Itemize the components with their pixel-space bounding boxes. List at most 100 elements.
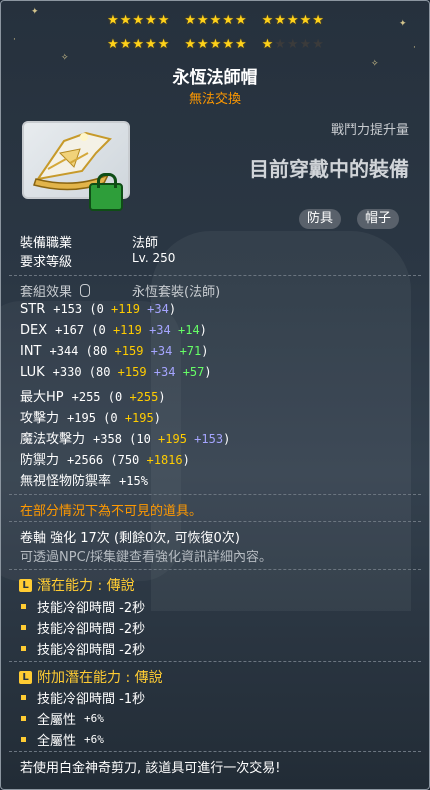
stat-part: +255 — [129, 390, 159, 404]
stat-total: +344 — [49, 344, 79, 358]
item-tooltip: ✦ ✦ ✧ ✧ · · ★★★★★ ★★★★★ ★★★★★ ★★★★★ ★★★★★ ★★… — [0, 0, 430, 790]
stat-name: STR — [20, 302, 46, 317]
star-filled-icon: ★ — [157, 37, 171, 52]
bonus-potential-title: 附加潛在能力 : 傳說 — [37, 670, 163, 686]
bullet-icon — [21, 646, 26, 651]
job-label: 裝備職業 — [20, 236, 73, 251]
scroll-hint: 可透過NPC/採集鍵查看強化資訊詳細內容。 — [20, 550, 273, 565]
stat-part: +34 — [139, 302, 169, 316]
stat-part: ) — [153, 411, 161, 425]
potential-label: 技能冷卻時間 -2秒 — [37, 643, 146, 658]
stat-part: +159 — [114, 344, 144, 358]
mouse-icon — [80, 284, 91, 297]
star-filled-icon: ★ — [261, 13, 275, 28]
potential-title: 潛在能力 : 傳說 — [37, 578, 135, 594]
potential-line: 全屬性 +6% — [21, 730, 104, 749]
bullet-icon — [21, 716, 26, 721]
stat-part: +195 — [158, 432, 187, 446]
stat-part: ) — [223, 432, 231, 446]
stat-row: 攻擊力 +195 (0 +195) — [20, 407, 161, 426]
stat-name: DEX — [20, 323, 48, 338]
star-filled-icon: ★ — [132, 37, 146, 52]
star-empty-icon: ★ — [299, 37, 313, 52]
stat-total: +2566 — [67, 453, 104, 467]
potential-label: 技能冷卻時間 -1秒 — [37, 692, 146, 707]
stat-part: ) — [204, 365, 212, 379]
potential-line: 技能冷卻時間 -2秒 — [21, 639, 145, 658]
star-filled-icon: ★ — [222, 37, 235, 52]
stat-part: +57 — [175, 365, 205, 379]
stat-total: +330 — [52, 365, 82, 379]
notice-text: 在部分情況下為不可見的道具。 — [20, 504, 203, 519]
stat-part: +1816 — [146, 453, 183, 467]
potential-label: 技能冷卻時間 -2秒 — [37, 622, 146, 637]
star-filled-icon: ★ — [157, 13, 171, 28]
job-row: 裝備職業 法師 — [20, 232, 158, 251]
stat-part: ) — [158, 390, 166, 404]
bullet-icon — [21, 695, 26, 700]
stat-part: +34 — [146, 365, 176, 379]
stat-row: DEX +167 (0 +119 +34 +14) — [20, 323, 207, 338]
star-filled-icon: ★ — [286, 13, 300, 28]
star-filled-icon: ★ — [184, 13, 198, 28]
star-filled-icon: ★ — [261, 37, 275, 52]
stat-total: +195 — [67, 411, 96, 425]
stat-part: (10 — [121, 432, 159, 446]
star-empty-icon: ★ — [312, 37, 325, 52]
potential-label: 全屬性 — [37, 713, 77, 728]
star-group: ★★★★★ — [262, 13, 325, 28]
stat-part: (0 — [84, 323, 113, 337]
star-filled-icon: ★ — [107, 37, 120, 52]
star-filled-icon: ★ — [299, 13, 313, 28]
stat-name: 防禦力 — [20, 453, 60, 468]
potential-label: 技能冷卻時間 -2秒 — [37, 601, 146, 616]
stat-name: LUK — [20, 365, 45, 380]
star-filled-icon: ★ — [132, 13, 146, 28]
divider — [9, 494, 421, 495]
stat-part: +119 — [112, 323, 142, 337]
stat-part: +71 — [172, 344, 202, 358]
star-filled-icon: ★ — [234, 13, 248, 28]
stat-part: +159 — [117, 365, 147, 379]
stat-row: 最大HP +255 (0 +255) — [20, 386, 166, 405]
stat-total: +15% — [119, 474, 148, 488]
tag-hat: 帽子 — [357, 209, 400, 229]
star-group: ★★★★★ — [262, 37, 325, 52]
legendary-badge-icon: L — [19, 578, 32, 592]
stat-part: +153 — [186, 432, 224, 446]
divider — [9, 751, 421, 752]
bonus-potential-header: L 附加潛在能力 : 傳說 — [19, 667, 163, 687]
star-force-row-2: ★★★★★ ★★★★★ ★★★★★ — [1, 37, 429, 52]
stat-part: ) — [201, 344, 209, 358]
star-group: ★★★★★ — [107, 13, 170, 28]
star-filled-icon: ★ — [312, 13, 325, 28]
potential-value: +6% — [84, 712, 104, 725]
bullet-icon — [21, 625, 26, 630]
star-force-row-1: ★★★★★ ★★★★★ ★★★★★ — [1, 13, 429, 28]
stat-total: +153 — [53, 302, 83, 316]
potential-header: L 潛在能力 : 傳說 — [19, 575, 135, 595]
stat-name: 最大HP — [20, 390, 64, 405]
stat-row: INT +344 (80 +159 +34 +71) — [20, 344, 208, 359]
trade-status: 無法交換 — [188, 92, 241, 107]
set-value: 永恆套裝(法師) — [132, 285, 221, 300]
scroll-line: 卷軸 強化 17次 (剩餘0次, 可恢復0次) — [20, 531, 240, 546]
potential-label: 全屬性 — [37, 734, 77, 749]
star-filled-icon: ★ — [209, 13, 223, 28]
stat-part: +34 — [141, 323, 171, 337]
set-label: 套組效果 — [20, 285, 73, 300]
stat-part: (80 — [78, 344, 115, 358]
star-filled-icon: ★ — [209, 37, 223, 52]
legendary-badge-icon: L — [19, 670, 32, 684]
stat-part: +119 — [111, 302, 140, 316]
star-filled-icon: ★ — [197, 37, 210, 52]
star-filled-icon: ★ — [184, 37, 198, 52]
stat-part: (0 — [100, 390, 130, 404]
divider — [9, 569, 421, 570]
stat-row: 無視怪物防禦率 +15% — [20, 470, 148, 489]
potential-line: 技能冷卻時間 -2秒 — [21, 618, 145, 637]
job-value: 法師 — [132, 236, 159, 251]
tag-armor: 防具 — [299, 209, 342, 229]
stat-name: 無視怪物防禦率 — [20, 474, 112, 489]
stat-row: STR +153 (0 +119 +34) — [20, 302, 176, 317]
